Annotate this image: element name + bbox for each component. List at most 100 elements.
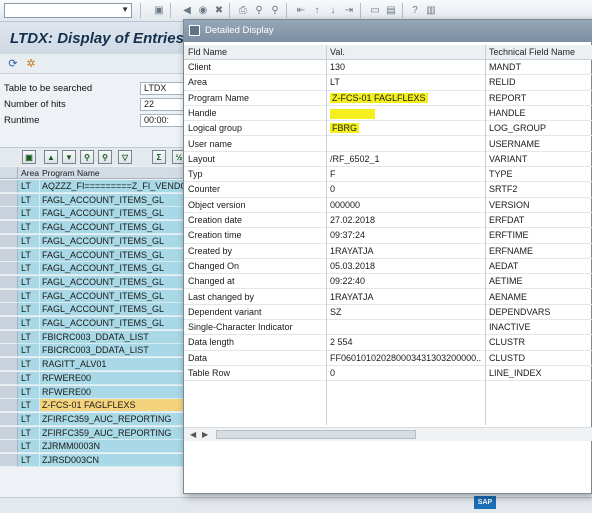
row-selector[interactable] bbox=[0, 180, 18, 193]
row-selector[interactable] bbox=[0, 454, 18, 467]
details-icon[interactable]: ▣ bbox=[22, 150, 36, 164]
settings-icon[interactable]: ✲ bbox=[24, 56, 38, 70]
select-all-cell[interactable] bbox=[0, 167, 18, 179]
row-selector[interactable] bbox=[0, 385, 18, 399]
detail-row[interactable]: Program Name Z-FCS-01 FAGLFLEXS REPORT bbox=[184, 91, 592, 106]
scroll-right-icon[interactable]: ▶ bbox=[202, 430, 208, 439]
row-selector[interactable] bbox=[0, 440, 18, 454]
area-cell[interactable]: LT bbox=[18, 289, 39, 303]
row-selector[interactable] bbox=[0, 193, 18, 207]
area-cell[interactable]: LT bbox=[18, 344, 39, 358]
area-cell[interactable]: LT bbox=[18, 193, 39, 207]
column-header-field[interactable]: Fld Name bbox=[188, 47, 227, 57]
detail-row[interactable]: Area LT RELID bbox=[184, 75, 592, 91]
detail-row[interactable]: Data FF060101020280003431303200000.. CLUST… bbox=[184, 351, 592, 366]
area-cell[interactable]: LT bbox=[18, 180, 39, 193]
area-cell[interactable]: LT bbox=[18, 399, 39, 413]
area-cell[interactable]: LT bbox=[18, 371, 39, 385]
refresh-icon[interactable]: ⟳ bbox=[6, 56, 20, 70]
area-cell[interactable]: LT bbox=[18, 275, 39, 289]
detail-row[interactable]: Changed at 09:22:40 AETIME bbox=[184, 274, 592, 290]
save-icon[interactable]: ▣ bbox=[152, 3, 166, 17]
row-selector[interactable] bbox=[0, 221, 18, 235]
find-icon[interactable]: ⚲ bbox=[80, 150, 94, 164]
dialog-title-bar[interactable]: Detailed Display bbox=[184, 20, 592, 42]
area-cell[interactable]: LT bbox=[18, 317, 39, 330]
row-selector[interactable] bbox=[0, 412, 18, 426]
find-next-icon[interactable]: ⚲ bbox=[268, 3, 282, 17]
detail-row[interactable]: Creation date 27.02.2018 ERFDAT bbox=[184, 213, 592, 229]
filter-icon[interactable]: ▽ bbox=[118, 150, 132, 164]
row-selector[interactable] bbox=[0, 207, 18, 221]
row-selector[interactable] bbox=[0, 426, 18, 440]
detail-row[interactable]: Dependent variant SZ DEPENDVARS bbox=[184, 305, 592, 321]
first-page-icon[interactable]: ⇤ bbox=[294, 3, 308, 17]
row-selector[interactable] bbox=[0, 399, 18, 413]
row-selector[interactable] bbox=[0, 317, 18, 330]
detail-row[interactable]: Last changed by 1RAYATJA AENAME bbox=[184, 290, 592, 305]
detail-row[interactable]: Logical group FBRG LOG_GROUP bbox=[184, 121, 592, 137]
detail-row[interactable]: User name USERNAME bbox=[184, 137, 592, 152]
detail-row[interactable]: Creation time 09:37:24 ERFTIME bbox=[184, 228, 592, 244]
print-icon[interactable]: ⎙ bbox=[236, 3, 250, 17]
sum-icon[interactable]: Σ bbox=[152, 150, 166, 164]
row-selector[interactable] bbox=[0, 303, 18, 317]
row-selector[interactable] bbox=[0, 344, 18, 358]
area-cell[interactable]: LT bbox=[18, 207, 39, 221]
area-cell[interactable]: LT bbox=[18, 412, 39, 426]
scrollbar-thumb[interactable] bbox=[216, 430, 416, 439]
detail-row[interactable]: Object version 000000 VERSION bbox=[184, 198, 592, 213]
area-cell[interactable]: LT bbox=[18, 303, 39, 317]
cancel-icon[interactable]: ✖ bbox=[212, 3, 226, 17]
last-page-icon[interactable]: ⇥ bbox=[342, 3, 356, 17]
next-page-icon[interactable]: ↓ bbox=[326, 3, 340, 17]
back-icon[interactable]: ◀ bbox=[180, 3, 194, 17]
area-cell[interactable]: LT bbox=[18, 234, 39, 248]
row-selector[interactable] bbox=[0, 262, 18, 276]
detail-row[interactable]: Counter 0 SRTF2 bbox=[184, 182, 592, 198]
detail-row[interactable]: Table Row 0 LINE_INDEX bbox=[184, 366, 592, 382]
area-cell[interactable]: LT bbox=[18, 385, 39, 399]
column-header-technical[interactable]: Technical Field Name bbox=[489, 47, 575, 57]
area-cell[interactable]: LT bbox=[18, 440, 39, 454]
row-selector[interactable] bbox=[0, 289, 18, 303]
detail-row[interactable]: Handle HANDLE bbox=[184, 106, 592, 122]
horizontal-scrollbar[interactable]: ◀ ▶ bbox=[184, 427, 592, 441]
area-cell[interactable]: LT bbox=[18, 426, 39, 440]
row-selector[interactable] bbox=[0, 358, 18, 372]
detail-row[interactable]: Layout/RF_6502_1 VARIANT bbox=[184, 152, 592, 168]
area-cell[interactable]: LT bbox=[18, 248, 39, 262]
row-selector[interactable] bbox=[0, 275, 18, 289]
layout-menu-icon[interactable]: ▥ bbox=[424, 3, 438, 17]
exit-icon[interactable]: ◉ bbox=[196, 3, 210, 17]
detail-row[interactable]: Created by 1RAYATJA ERFNAME bbox=[184, 244, 592, 259]
scroll-left-icon[interactable]: ◀ bbox=[190, 430, 196, 439]
detail-row[interactable]: Client 130 MANDT bbox=[184, 60, 592, 76]
shortcut-icon[interactable]: ▤ bbox=[384, 3, 398, 17]
command-field[interactable]: ▼ bbox=[4, 3, 132, 18]
area-cell[interactable]: LT bbox=[18, 454, 39, 467]
find-icon[interactable]: ⚲ bbox=[252, 3, 266, 17]
detail-row[interactable]: Changed On 05.03.2018 AEDAT bbox=[184, 259, 592, 275]
find-next-icon[interactable]: ⚲ bbox=[98, 150, 112, 164]
area-cell[interactable]: LT bbox=[18, 330, 39, 344]
row-selector[interactable] bbox=[0, 248, 18, 262]
column-header-program[interactable]: Program Name bbox=[42, 168, 100, 178]
detail-row[interactable]: Typ F TYPE bbox=[184, 167, 592, 183]
row-selector[interactable] bbox=[0, 234, 18, 248]
detail-row[interactable]: Data length 2 554 CLUSTR bbox=[184, 335, 592, 351]
help-icon[interactable]: ? bbox=[408, 3, 422, 17]
sort-ascending-icon[interactable]: ▲ bbox=[44, 150, 58, 164]
row-selector[interactable] bbox=[0, 371, 18, 385]
area-cell[interactable]: LT bbox=[18, 262, 39, 276]
area-cell[interactable]: LT bbox=[18, 358, 39, 372]
column-header-value[interactable]: Val. bbox=[330, 47, 345, 57]
row-selector[interactable] bbox=[0, 330, 18, 344]
chevron-down-icon[interactable]: ▼ bbox=[121, 5, 129, 14]
detail-row[interactable]: Single-Character Indicator INACTIVE bbox=[184, 320, 592, 336]
new-session-icon[interactable]: ▭ bbox=[368, 3, 382, 17]
column-header-area[interactable]: Area bbox=[21, 168, 39, 178]
sort-descending-icon[interactable]: ▼ bbox=[62, 150, 76, 164]
previous-page-icon[interactable]: ↑ bbox=[310, 3, 324, 17]
area-cell[interactable]: LT bbox=[18, 221, 39, 235]
